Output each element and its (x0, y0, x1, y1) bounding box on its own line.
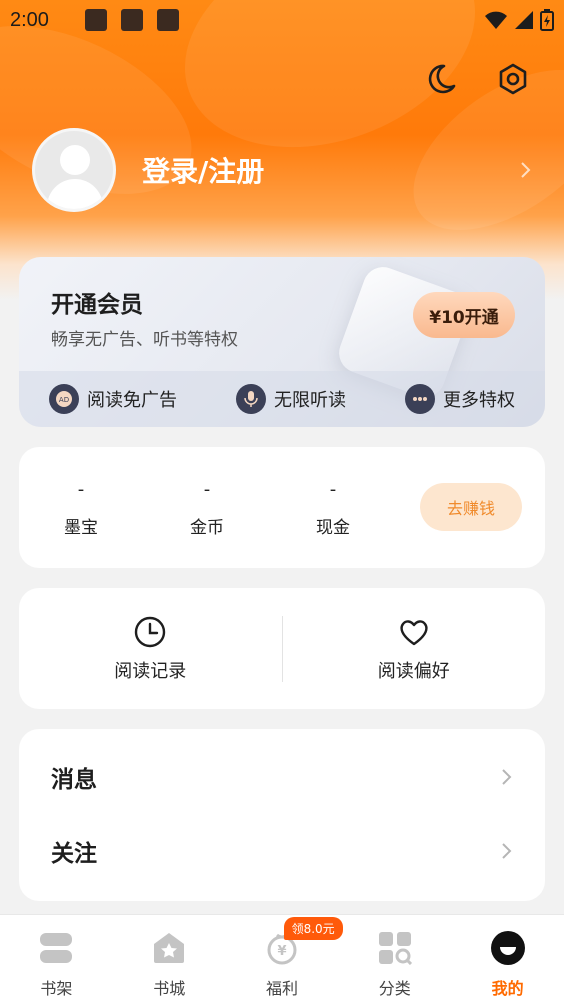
tab-label: 我的 (491, 979, 524, 998)
perk-label: 阅读免广告 (87, 390, 177, 411)
status-bar: 2:00 (0, 0, 564, 40)
tab-label: 分类 (378, 979, 411, 998)
tab-label: 书城 (153, 979, 186, 998)
chevron-right-icon (521, 162, 531, 178)
bottom-tab-bar: 书架 书城 领8.0元 ¥ 福利 分类 我的 (0, 914, 564, 1002)
welfare-badge: 领8.0元 (283, 917, 343, 940)
heart-icon (400, 619, 428, 645)
wallet-value: - (329, 479, 337, 500)
login-register-link[interactable]: 登录/注册 (142, 150, 264, 190)
notification-icon (120, 9, 143, 31)
svg-text:AD: AD (59, 396, 69, 404)
menu-label: 消息 (51, 767, 97, 793)
vip-subtitle: 畅享无广告、听书等特权 (51, 330, 238, 350)
more-dots-icon (405, 384, 435, 414)
moon-icon[interactable] (424, 62, 458, 96)
reading-preference[interactable]: 阅读偏好 (283, 615, 546, 683)
reading-preference-label: 阅读偏好 (377, 660, 450, 682)
battery-icon (540, 9, 554, 31)
bookstore-icon (154, 933, 185, 963)
signal-icon (515, 11, 533, 29)
chevron-right-icon (502, 769, 512, 785)
reading-history-label: 阅读记录 (114, 660, 187, 682)
tab-category[interactable]: 分类 (338, 915, 451, 1002)
notification-icon (156, 9, 179, 31)
vip-perks: AD 阅读免广告 无限听读 更多特权 (19, 371, 545, 427)
tab-welfare[interactable]: 领8.0元 ¥ 福利 (226, 915, 343, 1002)
wallet-label: 现金 (316, 518, 350, 538)
perk-more[interactable]: 更多特权 (405, 384, 515, 414)
reading-card: 阅读记录 阅读偏好 (19, 588, 545, 709)
notification-icon (84, 9, 107, 31)
tab-label: 福利 (265, 979, 298, 998)
avatar[interactable] (32, 128, 116, 212)
category-icon (378, 932, 412, 965)
wallet-label: 金币 (190, 518, 224, 538)
wallet-cash[interactable]: - 现金 (293, 479, 373, 538)
perk-label: 无限听读 (274, 390, 346, 411)
chevron-right-icon (502, 843, 512, 859)
wallet-card: - 墨宝 - 金币 - 现金 去赚钱 (19, 447, 545, 568)
tab-profile[interactable]: 我的 (451, 915, 564, 1002)
menu-card: 消息 关注 (19, 729, 545, 901)
bookshelf-icon (40, 933, 73, 963)
vip-card[interactable]: 开通会员 畅享无广告、听书等特权 ¥10开通 AD 阅读免广告 无限听读 更多特… (19, 257, 545, 427)
wallet-coins[interactable]: - 金币 (167, 479, 247, 538)
menu-label: 关注 (51, 841, 97, 867)
perk-ad-free[interactable]: AD 阅读免广告 (49, 384, 177, 414)
vip-open-button[interactable]: ¥10开通 (413, 292, 515, 338)
menu-item-messages[interactable]: 消息 (19, 747, 545, 807)
earn-money-button[interactable]: 去赚钱 (420, 483, 522, 531)
login-row[interactable]: 登录/注册 (32, 128, 540, 212)
wallet-ink-treasure[interactable]: - 墨宝 (41, 479, 121, 538)
menu-item-follow[interactable]: 关注 (19, 821, 545, 881)
profile-icon (490, 931, 525, 965)
perk-label: 更多特权 (443, 390, 515, 411)
wallet-label: 墨宝 (64, 518, 98, 538)
vip-title: 开通会员 (51, 292, 143, 318)
status-time: 2:00 (10, 8, 49, 31)
wallet-value: - (77, 479, 85, 500)
microphone-icon (236, 384, 266, 414)
reading-history[interactable]: 阅读记录 (19, 615, 282, 683)
wifi-icon (485, 11, 507, 29)
perk-listen[interactable]: 无限听读 (236, 384, 346, 414)
tab-label: 书架 (40, 979, 73, 998)
settings-icon[interactable] (496, 62, 530, 96)
tab-bookstore[interactable]: 书城 (113, 915, 226, 1002)
wallet-value: - (203, 479, 211, 500)
tab-bookshelf[interactable]: 书架 (0, 915, 113, 1002)
svg-text:¥: ¥ (277, 944, 286, 959)
clock-icon (135, 616, 166, 647)
ad-free-icon: AD (49, 384, 79, 414)
